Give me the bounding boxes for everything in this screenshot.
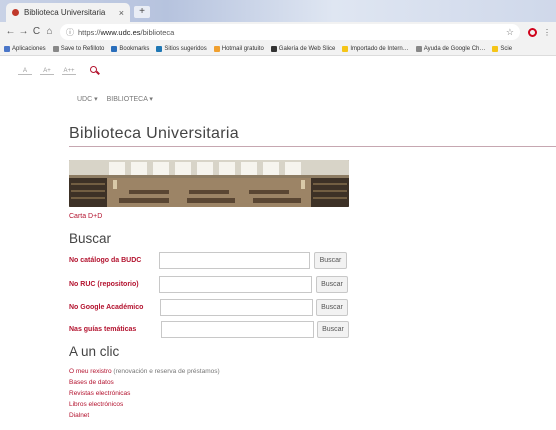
bookmark-icon [415, 45, 422, 52]
page-title: Biblioteca Universitaria [69, 125, 239, 142]
bookmark-star-icon[interactable]: ☆ [506, 27, 514, 38]
bookmark-icon [4, 45, 10, 52]
bookmarks-bar: Aplicaciones Save to Refilloto Bookmarks Si… [0, 42, 556, 56]
reload-icon[interactable]: C [30, 24, 43, 40]
quick-link[interactable]: Libros electrónicos [69, 401, 123, 408]
bookmark-label: Importado de Intern… [350, 45, 409, 52]
catalogo-search-button[interactable]: Buscar [314, 251, 347, 269]
list-item[interactable]: Libros electrónicos [69, 399, 220, 410]
google-search-button[interactable]: Buscar [316, 298, 348, 316]
menu-item-biblioteca[interactable]: BIBLIOTECA ▾ [107, 95, 153, 103]
accessibility-toolbar: A A+ A++ [18, 66, 100, 76]
bookmark-item[interactable]: Aplicaciones [4, 45, 46, 52]
bookmark-item[interactable]: Scie [492, 45, 513, 52]
browser-menu-icon[interactable]: ⋮ [543, 28, 551, 37]
bookmark-icon [111, 45, 118, 52]
search-label-catalogo: No catálogo da BUDC [69, 256, 142, 264]
menu-item-udc[interactable]: UDC ▾ [77, 95, 98, 103]
bookmark-icon [156, 45, 163, 52]
ruc-search-input[interactable] [159, 275, 312, 293]
quick-link[interactable]: Bases de datos [69, 379, 114, 386]
address-bar: ← → C ⌂ ⓘ https://www.udc.es/biblioteca … [0, 22, 556, 42]
guias-search-button[interactable]: Buscar [317, 320, 349, 338]
title-divider [69, 146, 556, 147]
bookmark-icon [52, 45, 59, 52]
a-un-clic-heading: A un clic [69, 344, 120, 359]
bookmark-item[interactable]: Save to Refilloto [52, 45, 105, 52]
bookmark-item[interactable]: Ayuda de Google Ch… [415, 45, 486, 52]
tab-bar: Biblioteca Universitaria × + [0, 0, 556, 22]
guias-search-input[interactable] [161, 320, 314, 338]
carta-link[interactable]: Carta D+D [69, 213, 102, 220]
list-item[interactable]: O meu rexistro (renovación e reserva de … [69, 366, 220, 377]
bookmark-item[interactable]: Hotmail gratuito [213, 45, 264, 52]
bookmark-label: Sitios sugeridos [164, 45, 207, 52]
bookmark-item[interactable]: Importado de Intern… [342, 45, 409, 52]
search-label-google: No Google Académico [69, 303, 144, 311]
info-icon[interactable]: ⓘ [66, 27, 74, 38]
google-search-input[interactable] [160, 298, 313, 316]
quick-link[interactable]: Dialnet [69, 412, 89, 419]
quick-link-note: (renovación e reserva de préstamos) [111, 368, 220, 375]
bookmark-label: Aplicaciones [12, 45, 46, 52]
ruc-search-button[interactable]: Buscar [316, 275, 348, 293]
bookmark-icon [492, 45, 499, 52]
search-label-guias: Nas guías temáticas [69, 325, 137, 333]
opera-icon[interactable] [528, 27, 537, 37]
list-item[interactable]: Bases de datos [69, 377, 220, 388]
bookmark-item[interactable]: Sitios sugeridos [156, 45, 207, 52]
site-menu: UDC ▾ BIBLIOTECA ▾ [77, 95, 153, 103]
search-row-google: No Google Académico Buscar [69, 298, 369, 316]
catalogo-search-input[interactable] [159, 251, 310, 269]
font-size-medium-button[interactable]: A+ [40, 68, 54, 75]
library-banner-image [69, 160, 349, 207]
bookmark-item[interactable]: Bookmarks [111, 45, 150, 52]
browser-tab[interactable]: Biblioteca Universitaria × [6, 3, 130, 22]
search-row-catalogo: No catálogo da BUDC Buscar [69, 251, 369, 269]
search-row-ruc: No RUC (repositorio) Buscar [69, 275, 369, 293]
buscar-heading: Buscar [69, 231, 112, 246]
search-icon[interactable] [90, 66, 100, 76]
bookmark-item[interactable]: Galería de Web Slice [270, 45, 336, 52]
tab-title: Biblioteca Universitaria [24, 8, 106, 17]
bookmark-icon [270, 45, 277, 52]
bookmark-label: Ayuda de Google Ch… [423, 45, 486, 52]
back-icon[interactable]: ← [4, 24, 17, 40]
list-item[interactable]: Dialnet [69, 410, 220, 421]
bookmark-label: Galería de Web Slice [278, 45, 336, 52]
close-tab-icon[interactable]: × [119, 8, 124, 18]
search-label-ruc: No RUC (repositorio) [69, 280, 139, 288]
font-size-small-button[interactable]: A [18, 68, 32, 75]
url-text: https://www.udc.es/biblioteca [78, 27, 175, 37]
quick-links-list: O meu rexistro (renovación e reserva de … [69, 366, 220, 421]
new-tab-button[interactable]: + [134, 6, 150, 18]
search-row-guias: Nas guías temáticas Buscar [69, 320, 369, 338]
bookmark-label: Bookmarks [119, 45, 150, 52]
bookmark-icon [342, 45, 349, 52]
font-size-large-button[interactable]: A++ [62, 68, 76, 75]
bookmark-label: Hotmail gratuito [221, 45, 264, 52]
bookmark-label: Scie [500, 45, 513, 52]
url-input[interactable]: ⓘ https://www.udc.es/biblioteca ☆ [60, 24, 520, 40]
quick-link[interactable]: Revistas electrónicas [69, 390, 130, 397]
bookmark-icon [213, 45, 220, 52]
favicon-icon [12, 9, 19, 16]
bookmark-label: Save to Refilloto [60, 45, 105, 52]
home-icon[interactable]: ⌂ [43, 24, 56, 40]
forward-icon[interactable]: → [17, 24, 30, 40]
list-item[interactable]: Revistas electrónicas [69, 388, 220, 399]
quick-link[interactable]: O meu rexistro [69, 368, 112, 375]
